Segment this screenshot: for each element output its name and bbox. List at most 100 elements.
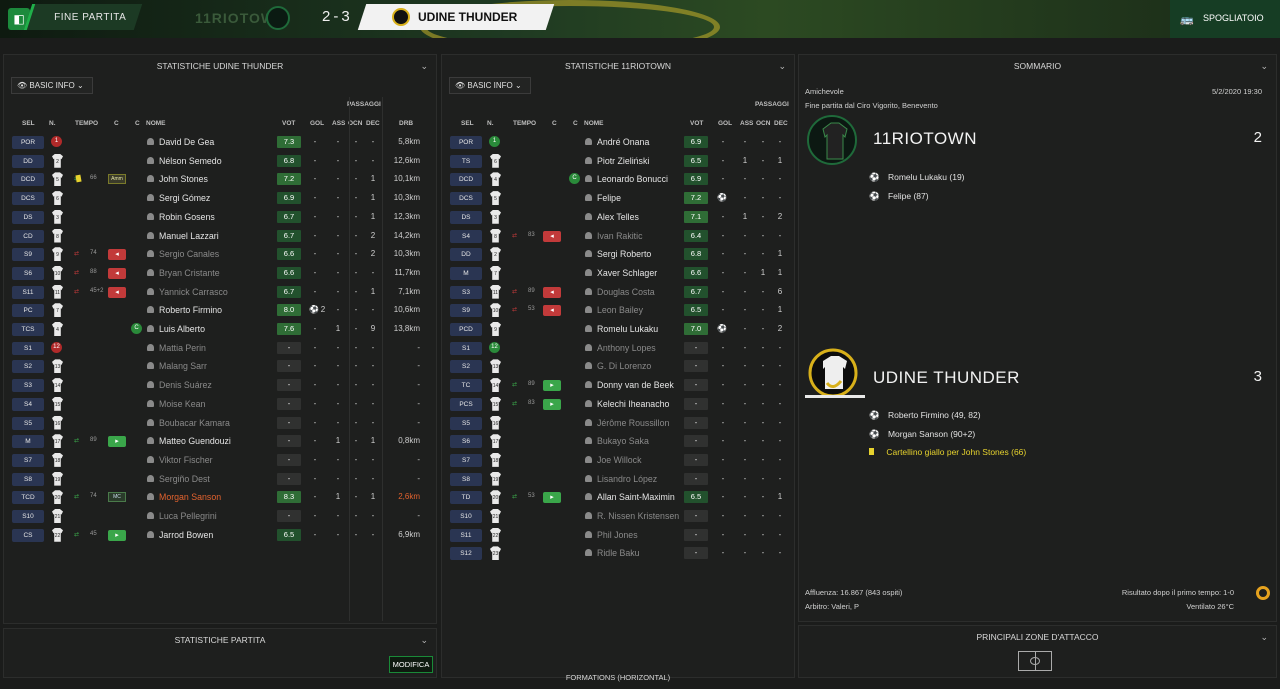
chevron-down-icon[interactable]: ⌄ [1260,626,1268,648]
modify-button[interactable]: MODIFICA [389,656,433,673]
table-row[interactable]: S11 22 Phil Jones - - - - - [442,526,794,545]
table-row[interactable]: DCD5⇄66AmmJohn Stones7.2---110,1km [4,170,436,189]
position-badge[interactable]: DCD [12,173,44,187]
position-badge[interactable]: TCS [12,323,44,336]
player-name[interactable]: John Stones [159,174,208,184]
chevron-down-icon[interactable]: ⌄ [778,55,786,77]
position-badge[interactable]: S11 [12,285,44,299]
col-sel[interactable]: SEL [461,120,474,127]
position-badge[interactable]: CD [12,229,44,243]
table-row[interactable]: S8 19 Sergiño Dest - - - - - - [4,470,436,489]
table-row[interactable]: S7 18 Viktor Fischer - - - - - - [4,451,436,470]
position-badge[interactable]: S4 [450,229,482,243]
table-row[interactable]: S12 23 Ridle Baku - - - - - [442,544,794,563]
position-badge[interactable]: S6 [450,435,482,449]
position-badge[interactable]: DCD [450,173,482,187]
table-row[interactable]: PCS 15 ⇄ 83 ▸ Kelechi Iheanacho - - - - - [442,395,794,414]
position-badge[interactable]: S10 [450,510,482,523]
chevron-down-icon[interactable]: ⌄ [1260,55,1268,77]
position-badge[interactable]: S7 [12,453,44,467]
chevron-down-icon[interactable]: ⌄ [420,55,428,77]
table-row[interactable]: CD 8 Manuel Lazzari 6.7 - - - 2 14,2km [4,227,436,246]
table-row[interactable]: S4 15 Moise Kean - - - - - - [4,395,436,414]
col-vot[interactable]: VOT [282,120,295,127]
player-name[interactable]: Sergiño Dest [159,474,210,484]
position-badge[interactable]: DD [12,154,44,168]
col-c1[interactable]: C [114,120,119,127]
player-name[interactable]: Malang Sarr [159,361,207,371]
table-row[interactable]: TS 6 Piotr Zieliński 6.5 - 1 - 1 [442,152,794,171]
position-badge[interactable]: S10 [12,510,44,523]
position-badge[interactable]: S3 [12,379,44,393]
col-vot[interactable]: VOT [690,120,703,127]
col-c1[interactable]: C [552,120,557,127]
player-name[interactable]: Nélson Semedo [159,156,222,166]
position-badge[interactable]: S2 [12,360,44,374]
player-name[interactable]: Robin Gosens [159,212,215,222]
col-dec[interactable]: DEC [774,120,788,127]
chevron-down-icon[interactable]: ⌄ [420,629,428,651]
table-row[interactable]: S4 8 ⇄ 83 ◂ Ivan Rakitic 6.4 - - - - [442,227,794,246]
player-name[interactable]: Alex Telles [597,212,639,222]
player-name[interactable]: David De Gea [159,137,214,147]
position-badge[interactable]: CS [12,528,44,542]
table-row[interactable]: S1 12 Anthony Lopes - - - - - [442,339,794,358]
player-name[interactable]: Roberto Firmino [159,305,222,315]
player-name[interactable]: Felipe [597,193,621,203]
position-badge[interactable]: S9 [450,304,482,318]
position-badge[interactable]: TD [450,491,482,505]
player-name[interactable]: Luis Alberto [159,324,205,334]
table-row[interactable]: S6 10 ⇄ 88 ◂ Bryan Cristante 6.6 - - - - 11,7km [4,264,436,283]
player-name[interactable]: Sergi Roberto [597,249,651,259]
player-name[interactable]: Joe Willock [597,455,641,465]
player-name[interactable]: Luca Pellegrini [159,511,217,521]
player-name[interactable]: Ridle Baku [597,548,640,558]
position-badge[interactable]: M [450,266,482,280]
player-name[interactable]: Sergi Gómez [159,193,210,203]
player-name[interactable]: Mattia Perin [159,343,206,353]
table-row[interactable]: S7 18 Joe Willock - - - - - [442,451,794,470]
position-badge[interactable]: S2 [450,360,482,374]
position-badge[interactable]: TC [450,379,482,393]
player-name[interactable]: Denis Suárez [159,380,212,390]
col-ocn[interactable]: OCN [348,120,362,127]
table-row[interactable]: POR 1 André Onana 6.9 - - - - [442,133,794,152]
player-name[interactable]: Yannick Carrasco [159,287,228,297]
col-nome[interactable]: NOME [146,120,166,127]
player-name[interactable]: Manuel Lazzari [159,231,219,241]
player-name[interactable]: Boubacar Kamara [159,418,230,428]
table-row[interactable]: PCD 9 Romelu Lukaku 7.0 ⚽ - - 2 [442,320,794,339]
player-name[interactable]: Leonardo Bonucci [597,174,668,184]
player-name[interactable]: Jérôme Roussillon [597,418,669,428]
position-badge[interactable]: S3 [450,285,482,299]
dressing-room-button[interactable]: 🚌 SPOGLIATOIO [1170,0,1280,38]
position-badge[interactable]: PC [12,304,44,318]
table-row[interactable]: S10 21 Luca Pellegrini - - - - - - [4,507,436,526]
col-drb[interactable]: DRB [399,120,413,127]
player-name[interactable]: Anthony Lopes [597,343,656,353]
col-num[interactable]: N. [49,120,56,127]
player-name[interactable]: Lisandro López [597,474,657,484]
basic-info-dropdown[interactable]: 👁 BASIC INFO ⌄ [11,77,93,94]
position-badge[interactable]: S4 [12,397,44,411]
player-name[interactable]: Morgan Sanson [159,492,221,502]
table-row[interactable]: S10 21 R. Nissen Kristensen - - - - - [442,507,794,526]
player-name[interactable]: Kelechi Iheanacho [597,399,669,409]
table-row[interactable]: TD 20 ⇄ 53 ▸ Allan Saint-Maximin 6.5 - - - 1 [442,488,794,507]
col-c2[interactable]: C [135,120,140,127]
table-row[interactable]: DCD 4 C Leonardo Bonucci 6.9 - - - - [442,170,794,189]
position-badge[interactable]: S12 [450,547,482,561]
table-row[interactable]: CS 22 ⇄ 45 ▸ Jarrod Bowen 6.5 - - - - 6,9km [4,526,436,545]
col-gol[interactable]: GOL [718,120,732,127]
player-name[interactable]: Bukayo Saka [597,436,649,446]
player-name[interactable]: Bryan Cristante [159,268,220,278]
position-badge[interactable]: TS [450,154,482,168]
player-name[interactable]: Piotr Zieliński [597,156,649,166]
table-row[interactable]: M 7 Xaver Schlager 6.6 - - 1 1 [442,264,794,283]
position-badge[interactable]: POR [450,136,482,149]
position-badge[interactable]: DCS [450,192,482,206]
player-name[interactable]: André Onana [597,137,649,147]
position-badge[interactable]: POR [12,136,44,149]
player-name[interactable]: Sergio Canales [159,249,219,259]
table-row[interactable]: TC 14 ⇄ 89 ▸ Donny van de Beek - - - - - [442,376,794,395]
